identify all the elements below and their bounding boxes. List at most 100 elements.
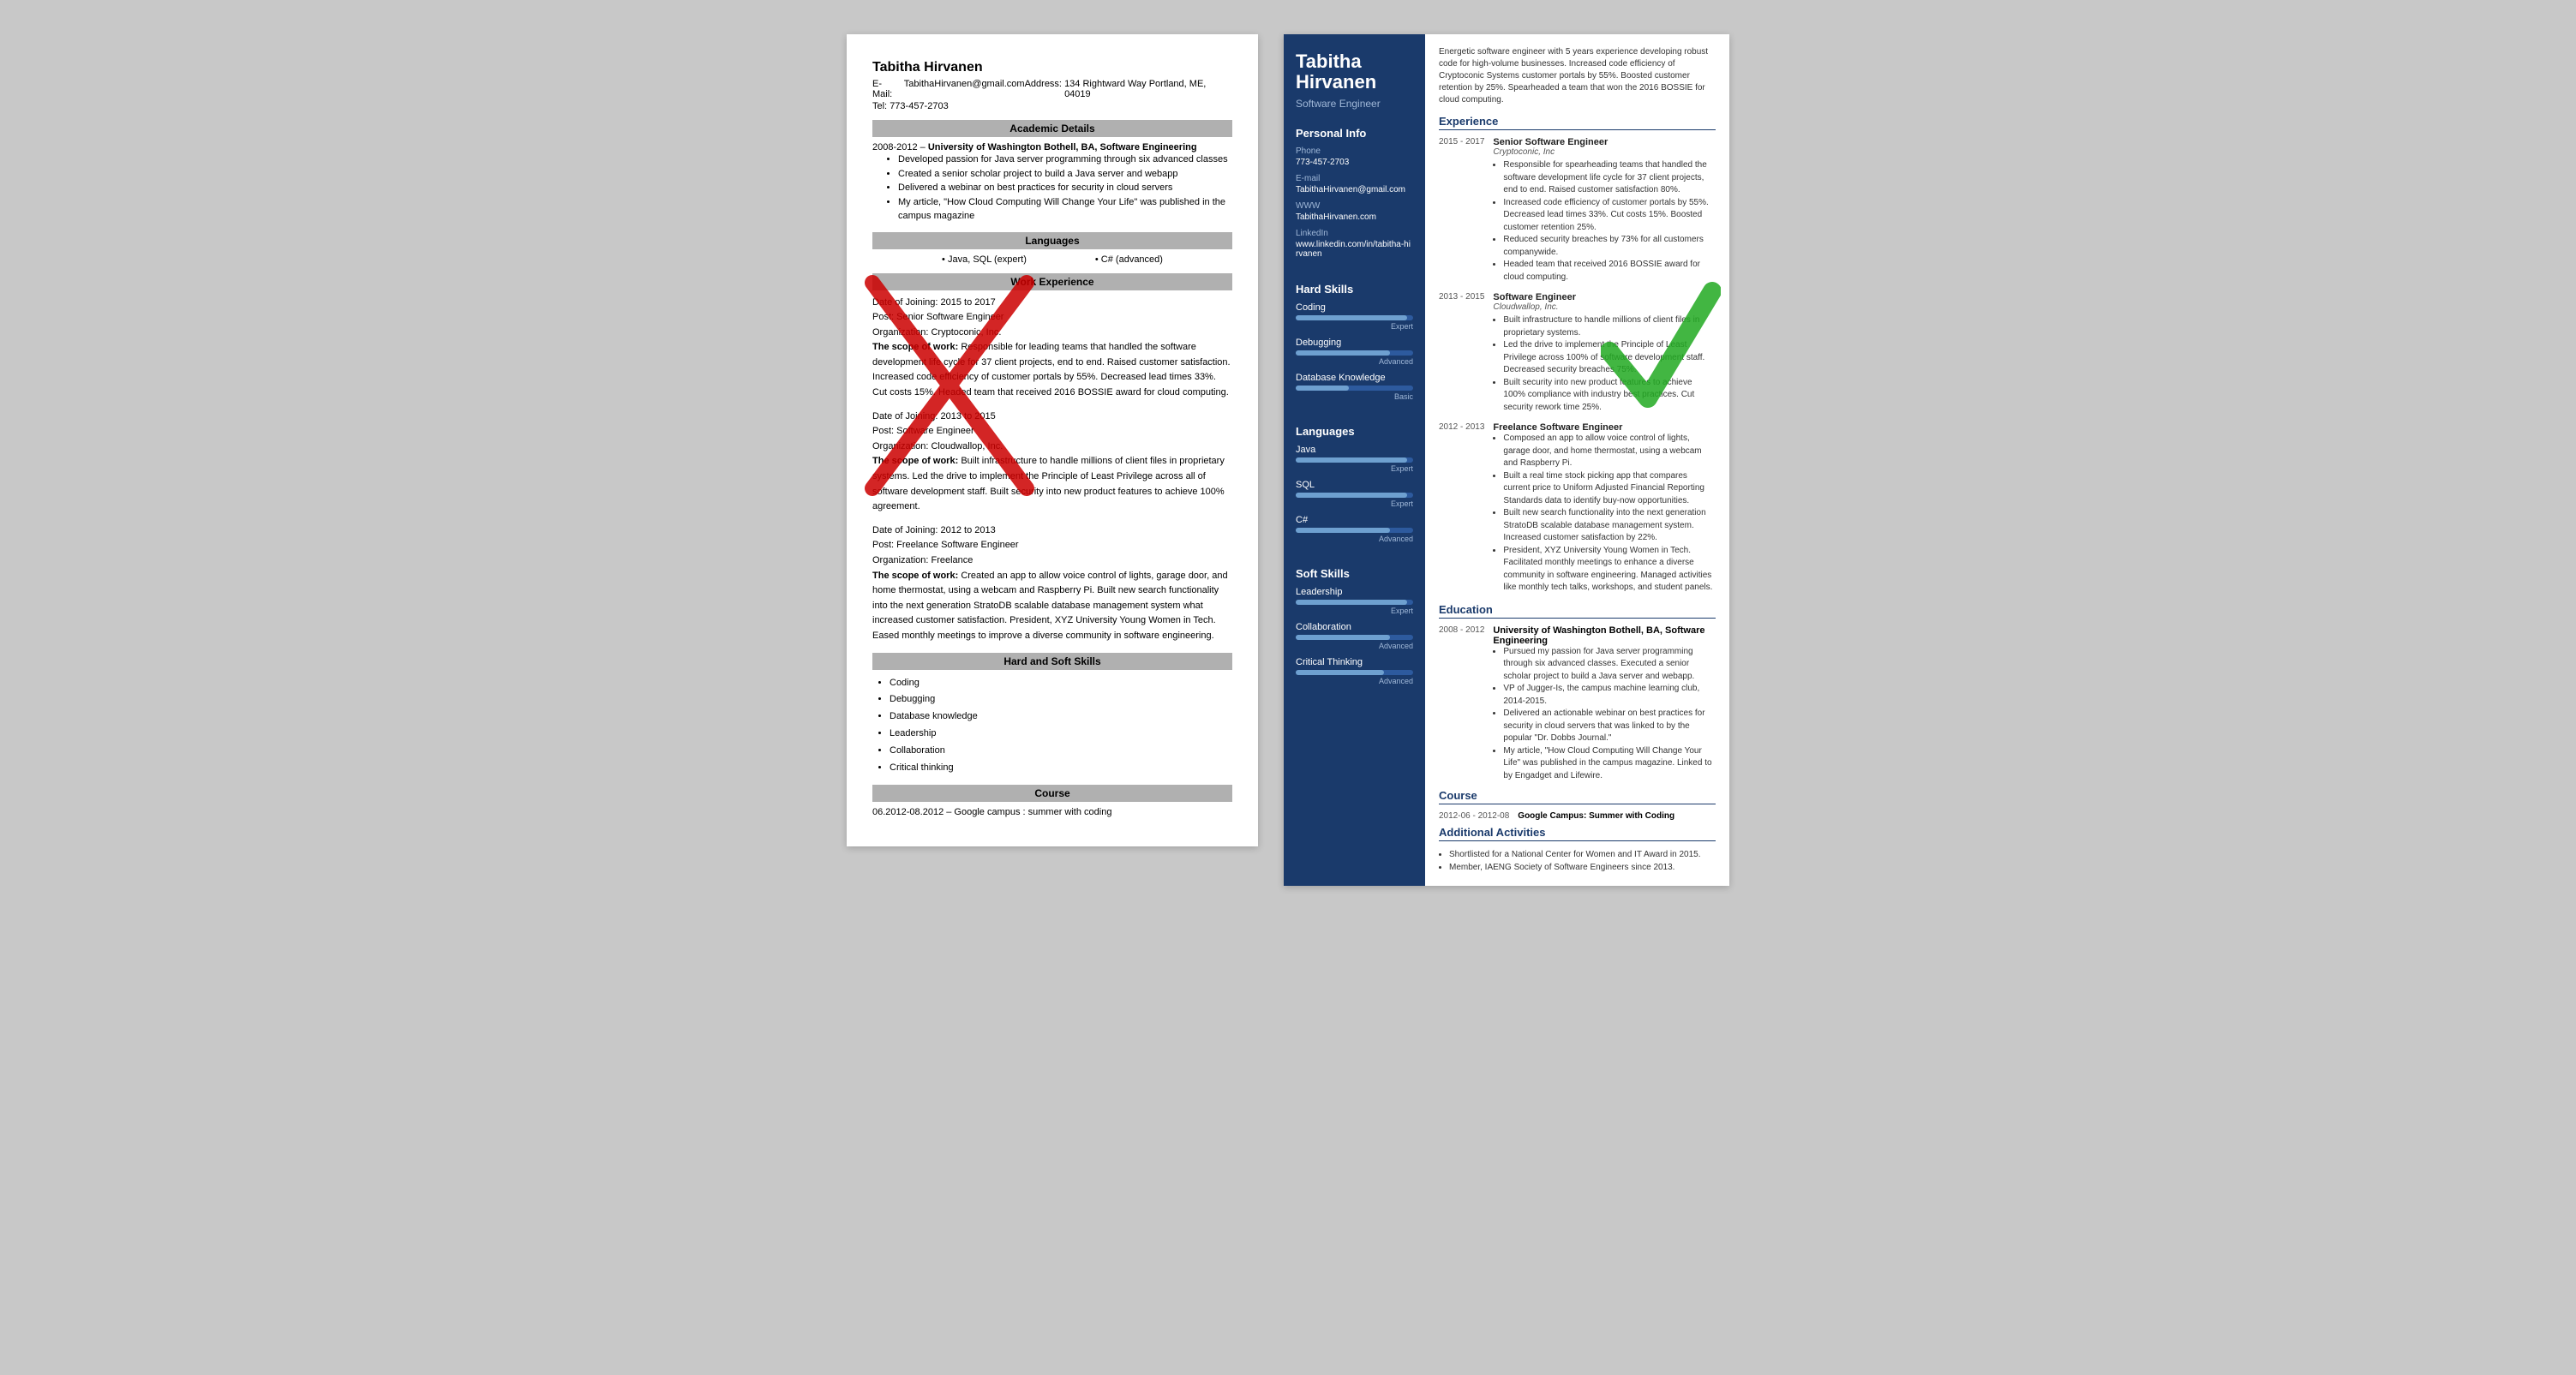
hard-skills-label: Hard Skills bbox=[1296, 283, 1413, 296]
languages-section-header: Languages bbox=[872, 232, 1232, 249]
exp-bullets-2: Built infrastructure to handle millions … bbox=[1503, 314, 1716, 414]
academic-bullet: Developed passion for Java server progra… bbox=[898, 152, 1232, 167]
soft-skills-section: Soft Skills Leadership Expert Collaborat… bbox=[1284, 559, 1425, 701]
exp-details-3: Freelance Software Engineer Composed an … bbox=[1493, 422, 1716, 595]
exp-title-3: Freelance Software Engineer bbox=[1493, 422, 1716, 433]
work-org-3: Organization: Freelance bbox=[872, 553, 1232, 569]
skill-debugging-name: Debugging bbox=[1296, 338, 1413, 348]
activities-list: Shortlisted for a National Center for Wo… bbox=[1449, 848, 1716, 874]
right-last-name: Hirvanen bbox=[1296, 72, 1413, 93]
exp-company-2: Cloudwallop, Inc. bbox=[1493, 302, 1716, 312]
exp-title-2: Software Engineer bbox=[1493, 292, 1716, 302]
hard-skills-section: Hard Skills Coding Expert Debugging Adva… bbox=[1284, 274, 1425, 416]
skill-debugging: Debugging Advanced bbox=[1296, 338, 1413, 366]
linkedin-value: www.linkedin.com/in/tabitha-hirvanen bbox=[1296, 240, 1413, 259]
work-dates-3: Date of Joining: 2012 to 2013 bbox=[872, 523, 1232, 539]
exp-details-1: Senior Software Engineer Cryptoconic, In… bbox=[1493, 137, 1716, 284]
activity-item: Shortlisted for a National Center for Wo… bbox=[1449, 848, 1716, 861]
academic-entry: 2008-2012 – University of Washington Bot… bbox=[872, 142, 1232, 224]
exp-dates-3: 2012 - 2013 bbox=[1439, 422, 1484, 595]
left-name: Tabitha Hirvanen bbox=[872, 60, 1232, 75]
skill-leadership-name: Leadership bbox=[1296, 587, 1413, 597]
skill-criticalthinking-level: Advanced bbox=[1296, 677, 1413, 685]
left-email: TabithaHirvanen@gmail.com bbox=[904, 79, 1025, 99]
exp-bullet: Built infrastructure to handle millions … bbox=[1503, 314, 1716, 339]
phone-label: Phone bbox=[1296, 146, 1413, 156]
experience-label: Experience bbox=[1439, 115, 1716, 130]
edu-bullet: Delivered an actionable webinar on best … bbox=[1503, 708, 1716, 745]
exp-details-2: Software Engineer Cloudwallop, Inc. Buil… bbox=[1493, 292, 1716, 414]
academic-bullet: Created a senior scholar project to buil… bbox=[898, 167, 1232, 182]
work-post-3: Post: Freelance Software Engineer bbox=[872, 538, 1232, 553]
lang2: C# (advanced) bbox=[1095, 254, 1163, 265]
skill-item: Database knowledge bbox=[890, 708, 1232, 726]
lang-java: Java Expert bbox=[1296, 445, 1413, 473]
course-entry: 06.2012-08.2012 – Google campus : summer… bbox=[872, 807, 1232, 817]
lang-csharp-level: Advanced bbox=[1296, 535, 1413, 543]
work-scope-3: The scope of work: Created an app to all… bbox=[872, 569, 1232, 644]
email-value: TabithaHirvanen@gmail.com bbox=[1296, 185, 1413, 194]
skill-item: Debugging bbox=[890, 691, 1232, 708]
lang1: Java, SQL (expert) bbox=[942, 254, 1027, 265]
lang-java-level: Expert bbox=[1296, 464, 1413, 473]
skill-dbknowledge-level: Basic bbox=[1296, 392, 1413, 401]
right-title: Software Engineer bbox=[1296, 98, 1413, 110]
languages-row: Java, SQL (expert) C# (advanced) bbox=[872, 254, 1232, 265]
activities-label: Additional Activities bbox=[1439, 826, 1716, 841]
skills-section-header: Hard and Soft Skills bbox=[872, 653, 1232, 670]
exp-bullet: Built a real time stock picking app that… bbox=[1503, 470, 1716, 508]
summary: Energetic software engineer with 5 years… bbox=[1439, 46, 1716, 106]
skill-coding-level: Expert bbox=[1296, 322, 1413, 331]
skill-criticalthinking: Critical Thinking Advanced bbox=[1296, 657, 1413, 685]
course-section-header: Course bbox=[872, 785, 1232, 802]
work-entry-2: Date of Joining: 2013 to 2015 Post: Soft… bbox=[872, 410, 1232, 515]
left-address: 134 Rightward Way Portland, ME, 04019 bbox=[1064, 79, 1232, 99]
skills-list: Coding Debugging Database knowledge Lead… bbox=[890, 675, 1232, 777]
exp-bullet: Built security into new product features… bbox=[1503, 377, 1716, 415]
skill-leadership: Leadership Expert bbox=[1296, 587, 1413, 615]
edu-dates-1: 2008 - 2012 bbox=[1439, 625, 1484, 783]
sidebar: Tabitha Hirvanen Software Engineer Perso… bbox=[1284, 34, 1425, 886]
languages-section: Languages Java Expert SQL Expert C# Adva… bbox=[1284, 416, 1425, 559]
work-section-header: Work Experience bbox=[872, 273, 1232, 290]
skill-leadership-level: Expert bbox=[1296, 607, 1413, 615]
work-scope-1: The scope of work: Responsible for leadi… bbox=[872, 340, 1232, 400]
course-label: Course bbox=[1439, 789, 1716, 804]
education-label: Education bbox=[1439, 603, 1716, 619]
work-dates-1: Date of Joining: 2015 to 2017 bbox=[872, 296, 1232, 311]
course-dates-1: 2012-06 - 2012-08 bbox=[1439, 811, 1509, 821]
exp-entry-1: 2015 - 2017 Senior Software Engineer Cry… bbox=[1439, 137, 1716, 284]
exp-bullet: Built new search functionality into the … bbox=[1503, 507, 1716, 545]
skill-item: Critical thinking bbox=[890, 760, 1232, 777]
exp-bullet: President, XYZ University Young Women in… bbox=[1503, 545, 1716, 595]
exp-dates-1: 2015 - 2017 bbox=[1439, 137, 1484, 284]
exp-bullet: Reduced security breaches by 73% for all… bbox=[1503, 234, 1716, 259]
course-row-1: 2012-06 - 2012-08 Google Campus: Summer … bbox=[1439, 811, 1716, 821]
skill-coding: Coding Expert bbox=[1296, 302, 1413, 331]
personal-info-section: Personal Info Phone 773-457-2703 E-mail … bbox=[1284, 118, 1425, 274]
skill-criticalthinking-name: Critical Thinking bbox=[1296, 657, 1413, 667]
left-tel: Tel: 773-457-2703 bbox=[872, 101, 1232, 111]
exp-title-1: Senior Software Engineer bbox=[1493, 137, 1716, 147]
work-post-2: Post: Software Engineer bbox=[872, 424, 1232, 439]
resume-left: Tabitha Hirvanen E-Mail: TabithaHirvanen… bbox=[847, 34, 1258, 846]
course-name-1: Google Campus: Summer with Coding bbox=[1518, 811, 1674, 821]
edu-bullets-1: Pursued my passion for Java server progr… bbox=[1503, 646, 1716, 783]
exp-dates-2: 2013 - 2015 bbox=[1439, 292, 1484, 414]
personal-info-label: Personal Info bbox=[1296, 127, 1413, 140]
skill-collaboration: Collaboration Advanced bbox=[1296, 622, 1413, 650]
lang-csharp: C# Advanced bbox=[1296, 515, 1413, 543]
lang-sql-name: SQL bbox=[1296, 480, 1413, 490]
skill-debugging-level: Advanced bbox=[1296, 357, 1413, 366]
academic-section-header: Academic Details bbox=[872, 120, 1232, 137]
exp-bullets-1: Responsible for spearheading teams that … bbox=[1503, 159, 1716, 284]
academic-bullets: Developed passion for Java server progra… bbox=[898, 152, 1232, 224]
edu-bullet: My article, "How Cloud Computing Will Ch… bbox=[1503, 745, 1716, 783]
activity-item: Member, IAENG Society of Software Engine… bbox=[1449, 861, 1716, 874]
exp-bullet: Increased code efficiency of customer po… bbox=[1503, 197, 1716, 235]
exp-entry-2: 2013 - 2015 Software Engineer Cloudwallo… bbox=[1439, 292, 1716, 414]
work-entry-1: Date of Joining: 2015 to 2017 Post: Seni… bbox=[872, 296, 1232, 401]
skill-item: Coding bbox=[890, 675, 1232, 692]
www-value: TabithaHirvanen.com bbox=[1296, 212, 1413, 222]
skill-coding-name: Coding bbox=[1296, 302, 1413, 313]
